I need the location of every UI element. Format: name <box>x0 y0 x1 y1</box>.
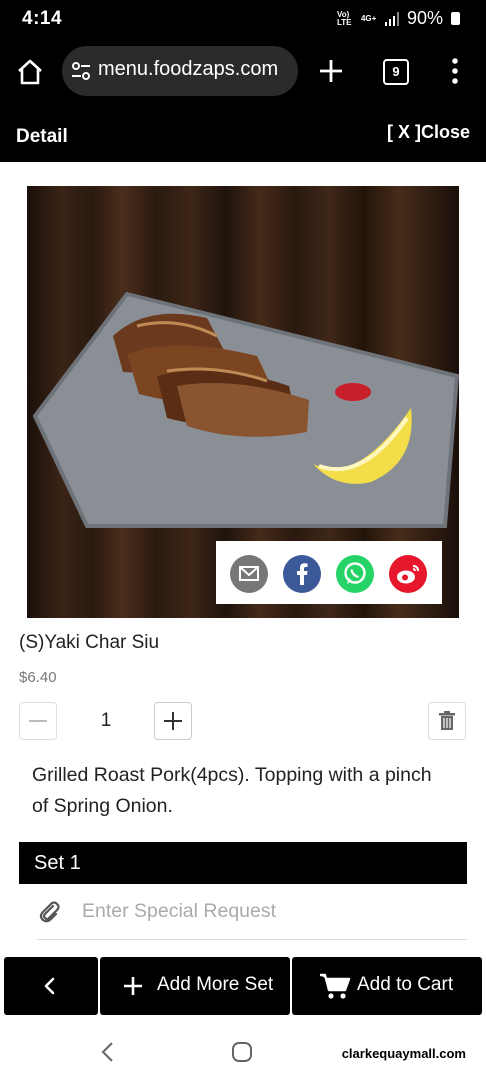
tab-switcher-button[interactable]: 9 <box>383 59 409 85</box>
battery-percent: 90% <box>406 8 443 28</box>
detail-header: Detail [ X ]Close <box>0 108 486 162</box>
status-bar: 4:14 Vo) LTE 4G+ 90% <box>0 0 486 36</box>
battery-icon <box>451 12 460 25</box>
plus-icon <box>124 977 142 995</box>
decrease-quantity-button[interactable] <box>19 702 57 740</box>
set-header: Set 1 <box>19 842 467 884</box>
item-description: Grilled Roast Pork(4pcs). Topping with a… <box>32 764 432 817</box>
new-tab-icon[interactable] <box>318 58 344 84</box>
chevron-left-icon <box>44 977 55 995</box>
watermark-text: clarkequaymall.com <box>341 1046 466 1061</box>
special-request-input[interactable]: Enter Special Request <box>82 900 276 923</box>
back-nav-icon[interactable] <box>98 1040 118 1064</box>
url-text: menu.foodzaps.com <box>98 58 279 80</box>
facebook-icon <box>297 563 308 585</box>
delete-item-button[interactable] <box>428 702 466 740</box>
address-bar[interactable]: menu.foodzaps.com <box>62 46 298 96</box>
email-icon <box>239 566 259 581</box>
close-button[interactable]: [ X ]Close <box>387 122 470 143</box>
plus-icon <box>164 712 182 730</box>
whatsapp-share-button[interactable] <box>336 555 374 593</box>
status-icons: Vo) LTE 4G+ 90% <box>337 8 460 29</box>
add-more-set-label: Add More Set <box>157 974 274 995</box>
product-image <box>27 186 459 618</box>
home-nav-icon[interactable] <box>231 1041 253 1063</box>
browser-toolbar: menu.foodzaps.com 9 <box>0 36 486 108</box>
facebook-share-button[interactable] <box>283 555 321 593</box>
site-settings-icon[interactable] <box>70 60 92 82</box>
network-label-volte: Vo) LTE <box>336 9 352 27</box>
trash-icon <box>439 711 455 730</box>
increase-quantity-button[interactable] <box>154 702 192 740</box>
paperclip-icon <box>39 901 60 923</box>
cart-icon <box>320 973 351 999</box>
share-panel <box>216 541 442 604</box>
set-label: Set 1 <box>34 852 81 874</box>
input-underline <box>37 939 467 940</box>
weibo-share-button[interactable] <box>389 555 427 593</box>
item-price: $6.40 <box>19 669 57 686</box>
page-title: Detail <box>16 126 68 147</box>
add-more-set-button[interactable]: Add More Set <box>100 957 290 1015</box>
more-options-icon[interactable] <box>448 57 462 85</box>
minus-icon <box>29 720 47 722</box>
item-name: (S)Yaki Char Siu <box>19 632 160 653</box>
email-share-button[interactable] <box>230 555 268 593</box>
chili-garnish <box>335 383 371 401</box>
add-to-cart-button[interactable]: Add to Cart <box>292 957 482 1015</box>
add-to-cart-label: Add to Cart <box>357 974 454 995</box>
back-button[interactable] <box>4 957 98 1015</box>
home-icon[interactable] <box>16 58 44 86</box>
whatsapp-icon <box>344 562 366 584</box>
status-time: 4:14 <box>22 8 63 29</box>
quantity-value: 1 <box>100 710 112 731</box>
signal-icon <box>384 11 399 26</box>
network-label-4g: 4G+ <box>360 13 377 23</box>
weibo-icon <box>397 565 419 584</box>
